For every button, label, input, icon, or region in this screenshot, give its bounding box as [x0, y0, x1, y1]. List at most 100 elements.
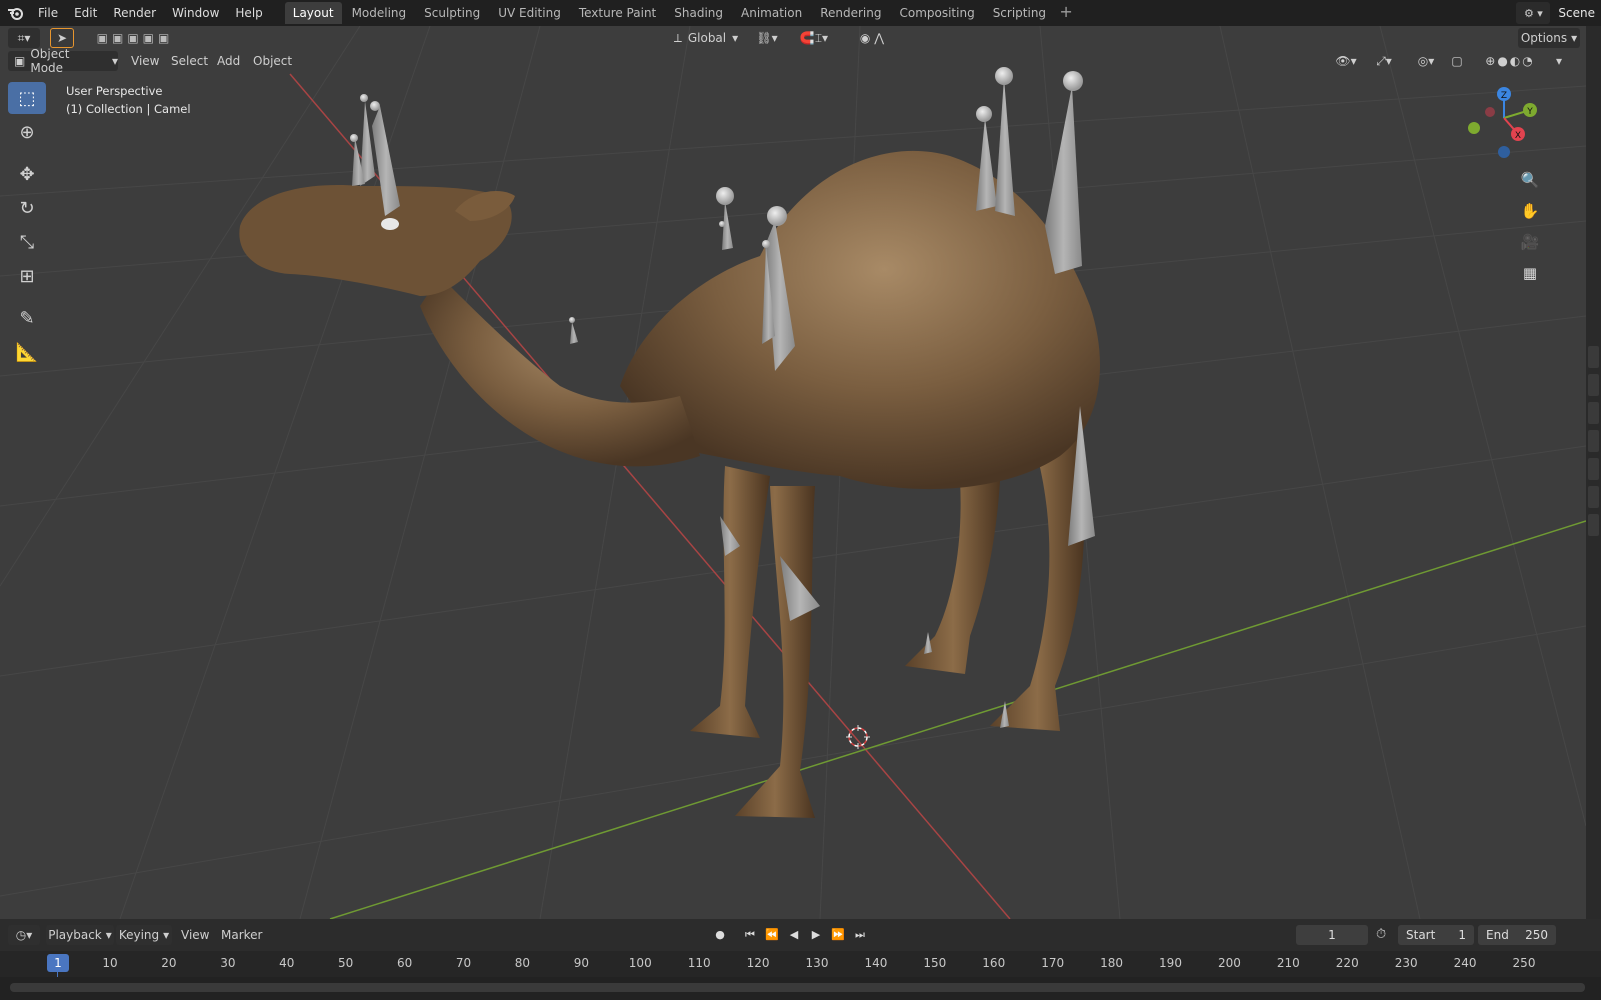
timeline-scrollbar[interactable] — [10, 983, 1585, 992]
select-box-tool-icon[interactable]: ⬚ — [8, 82, 46, 114]
tab-sculpting[interactable]: Sculpting — [416, 2, 488, 24]
tab-texture-paint[interactable]: Texture Paint — [571, 2, 664, 24]
start-frame-field[interactable]: Start 1 — [1398, 925, 1474, 945]
tab-compositing[interactable]: Compositing — [891, 2, 982, 24]
scene-icon[interactable]: ⚙ ▾ — [1516, 2, 1551, 24]
menu-object[interactable]: Object — [246, 51, 299, 71]
mode-label: Object Mode — [30, 47, 70, 75]
gizmo-toggle-icon[interactable]: ⤢▾ — [1366, 51, 1402, 71]
tab-modeling[interactable]: Modeling — [344, 2, 415, 24]
current-frame-field[interactable]: 1 — [1296, 925, 1368, 945]
editor-type-icon[interactable]: ⌗▾ — [8, 28, 40, 48]
properties-tab[interactable] — [1588, 346, 1599, 368]
perspective-label: User Perspective — [66, 84, 163, 98]
camera-view-icon[interactable]: 🎥 — [1516, 228, 1544, 256]
play-icon[interactable]: ▶ — [806, 925, 826, 945]
collection-label: (1) Collection | Camel — [66, 102, 191, 116]
properties-tab[interactable] — [1588, 374, 1599, 396]
orientation-icon: ⟂ — [673, 30, 682, 45]
properties-tab[interactable] — [1588, 514, 1599, 536]
properties-tab-strip — [1586, 26, 1601, 919]
cursor-tool-icon[interactable]: ⊕ — [8, 116, 46, 148]
select-mode-icons[interactable]: ▣▣▣▣▣ — [88, 28, 182, 48]
timeline-tick-label: 110 — [687, 956, 711, 970]
jump-start-icon[interactable]: ⏮ — [740, 925, 760, 945]
tab-uv-editing[interactable]: UV Editing — [490, 2, 569, 24]
transform-orientation[interactable]: ⟂ Global ▾ — [666, 28, 746, 48]
object-mode-icon: ▣ — [14, 54, 26, 68]
measure-tool-icon[interactable]: 📐 — [8, 336, 46, 368]
chevron-down-icon: ▾ — [105, 928, 112, 942]
play-reverse-icon[interactable]: ◀ — [784, 925, 804, 945]
tool-settings-header: ⌗▾ ➤ ▣▣▣▣▣ ⟂ Global ▾ ⛓▾ 🧲⌶▾ ◉ ⋀ Options ▾ — [0, 26, 1586, 50]
tab-animation[interactable]: Animation — [733, 2, 810, 24]
timeline-menu-marker[interactable]: Marker — [214, 925, 269, 945]
options-dropdown[interactable]: Options ▾ — [1518, 28, 1580, 48]
timeline-tick-label: 90 — [573, 956, 589, 970]
timeline-editor[interactable]: ◷▾ Playback ▾ Keying ▾ View Marker ● ⏮ ⏪ ◀… — [0, 919, 1601, 1000]
3d-cursor-icon[interactable] — [846, 725, 870, 749]
chevron-down-icon: ▾ — [732, 31, 739, 45]
record-icon[interactable]: ● — [710, 925, 730, 945]
timeline-ruler[interactable]: 1 10 20 30 40 50 60 70 80 90 100 110 120 130 140 150 16… — [0, 951, 1601, 1000]
properties-tab[interactable] — [1588, 430, 1599, 452]
jump-end-icon[interactable]: ⏭ — [850, 925, 870, 945]
tab-rendering[interactable]: Rendering — [812, 2, 889, 24]
start-value: 1 — [1458, 928, 1466, 942]
shading-modes-icons[interactable]: ⊕●◐◔ — [1470, 51, 1550, 71]
keying-menu[interactable]: Keying ▾ — [116, 925, 172, 945]
menu-render[interactable]: Render — [105, 2, 164, 24]
menu-view[interactable]: View — [124, 51, 166, 71]
scene-name[interactable]: Scene — [1558, 6, 1601, 20]
gizmo-z-label: Z — [1501, 91, 1507, 101]
timeline-tick-label: 240 — [1453, 956, 1477, 970]
jump-next-keyframe-icon[interactable]: ⏩ — [828, 925, 848, 945]
navigation-buttons: 🔍 ✋ 🎥 ▦ — [1516, 166, 1544, 290]
menu-select[interactable]: Select — [164, 51, 215, 71]
left-toolbar: ⬚ ⊕ ✥ ↻ ⤡ ⊞ ✎ 📐 — [8, 82, 48, 370]
tab-layout[interactable]: Layout — [284, 2, 342, 24]
transform-tool-icon[interactable]: ⊞ — [8, 260, 46, 292]
menu-add[interactable]: Add — [210, 51, 247, 71]
playback-menu[interactable]: Playback ▾ — [46, 925, 114, 945]
xray-icon[interactable]: ▢ — [1448, 51, 1466, 71]
object-mode-dropdown[interactable]: ▣ Object Mode ▾ — [8, 47, 118, 75]
scale-tool-icon[interactable]: ⤡ — [8, 226, 46, 258]
viewport-info: User Perspective (1) Collection | Camel — [66, 82, 191, 118]
end-frame-field[interactable]: End 250 — [1478, 925, 1556, 945]
timeline-body — [0, 977, 1601, 1000]
menu-help[interactable]: Help — [227, 2, 270, 24]
chevron-down-icon: ▾ — [1571, 31, 1578, 45]
shading-options-chevron-icon[interactable]: ▾ — [1552, 51, 1566, 71]
move-tool-icon[interactable]: ✥ — [8, 158, 46, 190]
ortho-grid-icon[interactable]: ▦ — [1516, 259, 1544, 287]
select-tool-icon[interactable]: ➤ — [50, 28, 74, 48]
add-workspace-button[interactable]: + — [1056, 2, 1076, 24]
visibility-eye-icon[interactable]: 👁▾ — [1330, 51, 1362, 71]
properties-tab[interactable] — [1588, 402, 1599, 424]
current-frame-marker[interactable]: 1 — [47, 954, 69, 972]
blender-logo-icon[interactable] — [0, 0, 30, 26]
clock-icon[interactable]: ⏱ — [1376, 927, 1386, 942]
snap-icon[interactable]: 🧲⌶▾ — [790, 28, 838, 48]
proportional-edit-icon[interactable]: ◉ ⋀ — [848, 28, 896, 48]
timeline-menu-view[interactable]: View — [174, 925, 216, 945]
properties-tab[interactable] — [1588, 458, 1599, 480]
tab-shading[interactable]: Shading — [666, 2, 731, 24]
menu-file[interactable]: File — [30, 2, 66, 24]
menu-window[interactable]: Window — [164, 2, 227, 24]
3d-viewport[interactable]: ⌗▾ ➤ ▣▣▣▣▣ ⟂ Global ▾ ⛓▾ 🧲⌶▾ ◉ ⋀ Options ▾ … — [0, 26, 1586, 919]
pivot-point-icon[interactable]: ⛓▾ — [750, 28, 784, 48]
overlays-icon[interactable]: ◎▾ — [1408, 51, 1444, 71]
pan-hand-icon[interactable]: ✋ — [1516, 197, 1544, 225]
navigation-gizmo[interactable]: Z Y X — [1466, 86, 1556, 176]
timeline-editor-type-icon[interactable]: ◷▾ — [8, 925, 40, 945]
jump-prev-keyframe-icon[interactable]: ⏪ — [762, 925, 782, 945]
menu-edit[interactable]: Edit — [66, 2, 105, 24]
rotate-tool-icon[interactable]: ↻ — [8, 192, 46, 224]
keying-label: Keying — [118, 928, 160, 942]
tab-scripting[interactable]: Scripting — [985, 2, 1054, 24]
properties-tab[interactable] — [1588, 486, 1599, 508]
annotate-tool-icon[interactable]: ✎ — [8, 302, 46, 334]
zoom-icon[interactable]: 🔍 — [1516, 166, 1544, 194]
